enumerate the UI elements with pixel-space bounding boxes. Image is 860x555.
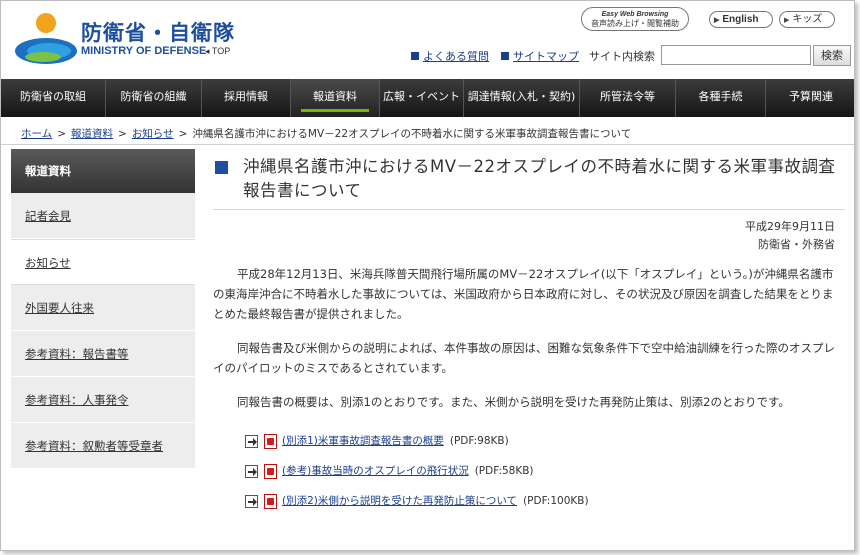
article-paragraph: 同報告書の概要は、別添1のとおりです。また、米側から説明を受けた再発防止策は、別… (237, 395, 790, 409)
square-bullet-icon (411, 52, 419, 60)
arrow-right-icon (245, 494, 258, 508)
article-issuer: 防衛省・外務省 (758, 238, 835, 251)
breadcrumb-notice[interactable]: お知らせ (132, 128, 174, 140)
search-input[interactable] (661, 45, 811, 65)
sidebar-item-decorations[interactable]: 参考資料：叙勲者等受章者 (11, 423, 195, 469)
pdf-icon (264, 463, 277, 479)
attachment-item: (参考)事故当時のオスプレイの飛行状況 (PDF:58KB) (245, 456, 845, 486)
ministry-logo-icon (15, 13, 77, 64)
attachment-item: (別添2)米側から説明を受けた再発防止策について (PDF:100KB) (245, 486, 845, 516)
article-paragraph: 同報告書及び米側からの説明によれば、本件事故の原因は、困難な気象条件下で空中給油… (213, 341, 835, 375)
easy-web-browsing-jp: 音声読み上げ・閲覧補助 (591, 19, 679, 28)
attachment-size: (PDF:98KB) (449, 435, 509, 447)
nav-item-pr-events[interactable]: 広報・イベント (380, 79, 464, 117)
kids-label: キッズ (792, 14, 823, 25)
arrow-right-icon (245, 464, 258, 478)
site-logo[interactable]: 防衛省・自衛隊 MINISTRY OF DEFENSE (13, 9, 243, 69)
triangle-right-icon: ▶ (714, 17, 720, 24)
easy-web-browsing-button[interactable]: Easy Web Browsing 音声読み上げ・閲覧補助 (581, 7, 689, 31)
search-button[interactable]: 検索 (813, 45, 851, 66)
breadcrumb-press[interactable]: 報道資料 (71, 128, 113, 140)
english-label: English (722, 14, 759, 25)
breadcrumb: ホーム > 報道資料 > お知らせ > 沖縄県名護市沖におけるMV－22オスプレイの不時着水… (21, 126, 631, 141)
breadcrumb-current: 沖縄県名護市沖におけるMV－22オスプレイの不時着水に関する米軍事故調査報告書に… (192, 128, 632, 140)
attachment-size: (PDF:100KB) (523, 495, 589, 507)
sidebar-item-reports[interactable]: 参考資料：報告書等 (11, 331, 195, 377)
article-date: 平成29年9月11日 (745, 220, 835, 233)
sidebar-item-label: 記者会見 (25, 209, 71, 223)
sidebar-item-label: お知らせ (25, 256, 71, 270)
global-nav: 防衛省の取組 防衛省の組織 採用情報 報道資料 広報・イベント 調達情報(入札・… (1, 79, 854, 117)
attachment-link[interactable]: (別添1)米軍事故調査報告書の概要 (282, 426, 444, 456)
logo-english-text: MINISTRY OF DEFENSE (81, 45, 207, 57)
attachment-size: (PDF:58KB) (474, 465, 534, 477)
pdf-icon (264, 493, 277, 509)
sidebar-item-label: 参考資料：人事発令 (25, 393, 129, 407)
sidebar-heading[interactable]: 報道資料 (11, 149, 195, 193)
square-bullet-icon (501, 52, 509, 60)
site-header: 防衛省・自衛隊 MINISTRY OF DEFENSE ◂ TOP Easy W… (1, 1, 854, 79)
page-frame: 防衛省・自衛隊 MINISTRY OF DEFENSE ◂ TOP Easy W… (0, 0, 855, 551)
attachment-item: (別添1)米軍事故調査報告書の概要 (PDF:98KB) (245, 426, 845, 456)
attachment-link[interactable]: (参考)事故当時のオスプレイの飛行状況 (282, 456, 469, 486)
article-dateline: 平成29年9月11日 防衛省・外務省 (213, 218, 845, 254)
pdf-icon (264, 433, 277, 449)
sidebar-item-label: 参考資料：報告書等 (25, 347, 129, 361)
sidebar-item-personnel[interactable]: 参考資料：人事発令 (11, 377, 195, 423)
sidebar-item-label: 外国要人往来 (25, 301, 94, 315)
faq-label: よくある質問 (423, 50, 489, 63)
sidebar: 報道資料 記者会見 お知らせ 外国要人往来 参考資料：報告書等 参考資料：人事発… (11, 149, 195, 469)
kids-button[interactable]: ▶ キッズ (779, 11, 835, 28)
nav-item-recruitment[interactable]: 採用情報 (202, 79, 291, 117)
triangle-right-icon: ▶ (784, 16, 790, 24)
breadcrumb-home[interactable]: ホーム (21, 128, 52, 140)
nav-item-organization[interactable]: 防衛省の組織 (106, 79, 202, 117)
nav-item-procurement[interactable]: 調達情報(入札・契約) (464, 79, 580, 117)
faq-link[interactable]: よくある質問 (411, 48, 489, 64)
nav-item-laws[interactable]: 所管法令等 (580, 79, 676, 117)
nav-item-press[interactable]: 報道資料 (291, 79, 380, 117)
search-label: サイト内検索 (589, 50, 655, 63)
easy-web-browsing-en: Easy Web Browsing (601, 11, 669, 18)
sidebar-item-notices[interactable]: お知らせ (11, 239, 195, 285)
breadcrumb-separator: > (178, 128, 188, 140)
breadcrumb-separator: > (118, 128, 127, 140)
logo-japanese-text: 防衛省・自衛隊 (81, 21, 235, 45)
nav-item-budget[interactable]: 予算関連 (766, 79, 854, 117)
arrow-right-icon (245, 434, 258, 448)
sidebar-item-label: 参考資料：叙勲者等受章者 (25, 439, 163, 453)
attachment-list: (別添1)米軍事故調査報告書の概要 (PDF:98KB) (参考)事故当時のオス… (213, 426, 845, 516)
nav-item-initiatives[interactable]: 防衛省の取組 (1, 79, 106, 117)
main-content: 沖縄県名護市沖におけるMV－22オスプレイの不時着水に関する米軍事故調査報告書に… (213, 151, 845, 516)
breadcrumb-separator: > (57, 128, 66, 140)
square-bullet-icon (215, 161, 228, 174)
nav-item-procedures[interactable]: 各種手続 (676, 79, 766, 117)
sidebar-item-press-conference[interactable]: 記者会見 (11, 193, 195, 239)
sitemap-link[interactable]: サイトマップ (501, 48, 579, 64)
sitemap-label: サイトマップ (513, 50, 579, 63)
article-paragraph: 平成28年12月13日、米海兵隊普天間飛行場所属のMV－22オスプレイ(以下「オ… (213, 267, 834, 321)
sidebar-item-foreign-dignitaries[interactable]: 外国要人往来 (11, 285, 195, 331)
breadcrumb-divider (1, 144, 854, 145)
top-link[interactable]: ◂ TOP (205, 46, 230, 57)
article-title-block: 沖縄県名護市沖におけるMV－22オスプレイの不時着水に関する米軍事故調査報告書に… (213, 151, 845, 210)
page-title: 沖縄県名護市沖におけるMV－22オスプレイの不時着水に関する米軍事故調査報告書に… (243, 157, 836, 200)
english-button[interactable]: ▶ English (709, 11, 773, 28)
attachment-link[interactable]: (別添2)米側から説明を受けた再発防止策について (282, 486, 517, 516)
